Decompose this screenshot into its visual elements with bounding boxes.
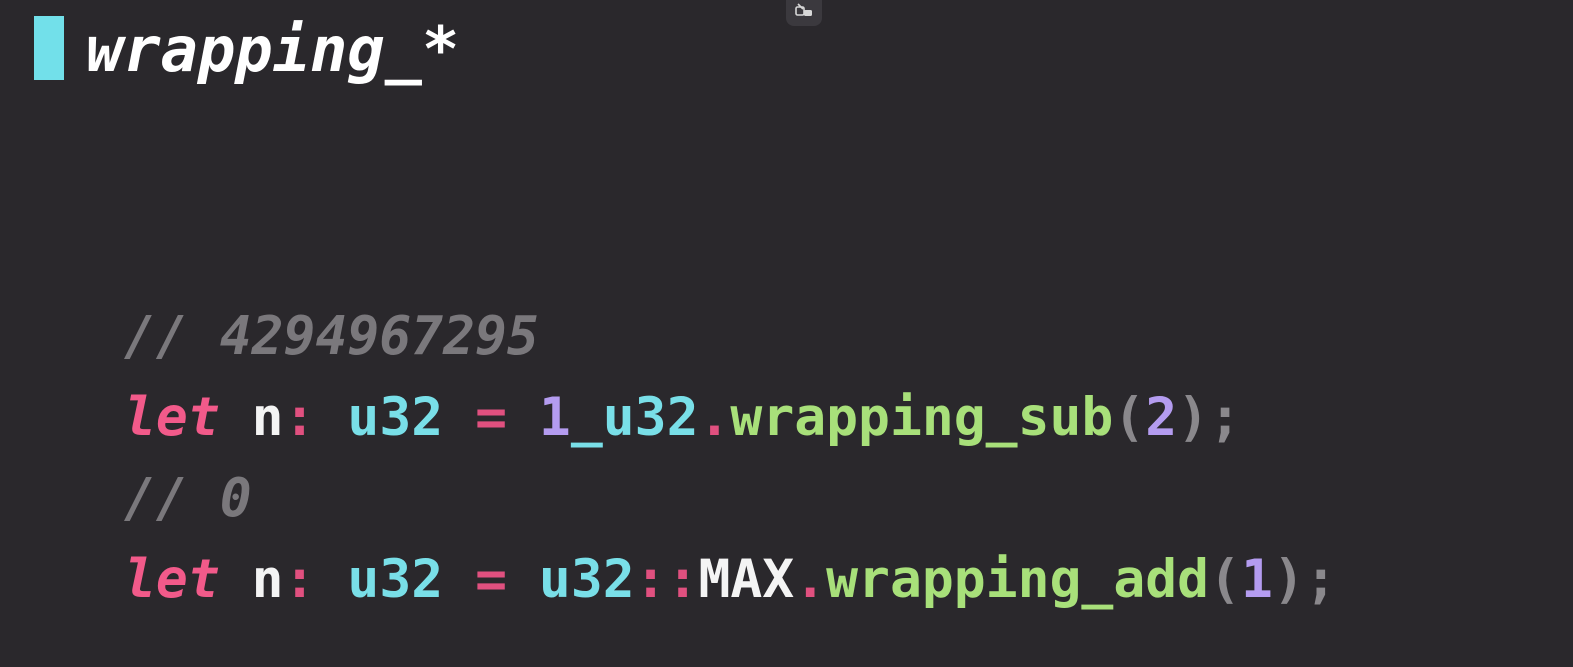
code-block: // 4294967295 let n: u32 = 1_u32.wrappin… <box>124 296 1337 620</box>
keyword-let: let <box>124 549 220 610</box>
open-paren: ( <box>1113 387 1146 448</box>
type-u32-path: u32 <box>538 549 635 610</box>
close-paren: ) <box>1177 387 1210 448</box>
code-line-3: // 0 <box>124 458 1337 539</box>
code-comment: // 4294967295 <box>124 306 539 367</box>
variable-n: n <box>251 387 284 448</box>
semicolon: ; <box>1209 387 1241 448</box>
title-accent-bar <box>34 16 64 80</box>
argument-value: 2 <box>1145 387 1178 448</box>
open-paren: ( <box>1209 549 1241 610</box>
type-u32: u32 <box>347 549 444 610</box>
variable-n: n <box>251 549 284 610</box>
number-literal: 1 <box>538 387 571 448</box>
path-separator: :: <box>634 549 699 610</box>
screen-share-button[interactable] <box>786 0 822 26</box>
screen-share-icon <box>795 3 812 16</box>
dot-operator: . <box>698 387 731 448</box>
literal-suffix: _u32 <box>570 387 699 448</box>
code-line-1: // 4294967295 <box>124 296 1337 377</box>
dot-operator: . <box>794 549 827 610</box>
constant-max: MAX <box>698 549 795 610</box>
type-u32: u32 <box>347 387 444 448</box>
code-line-2: let n: u32 = 1_u32.wrapping_sub(2); <box>124 377 1337 458</box>
code-comment: // 0 <box>124 468 252 529</box>
method-wrapping-sub: wrapping_sub <box>730 387 1114 448</box>
semicolon: ; <box>1304 549 1337 610</box>
assign-operator: = <box>475 387 507 448</box>
keyword-let: let <box>124 387 220 448</box>
code-line-4: let n: u32 = u32::MAX.wrapping_add(1); <box>124 539 1337 620</box>
type-colon: : <box>283 387 316 448</box>
close-paren: ) <box>1272 549 1305 610</box>
method-wrapping-add: wrapping_add <box>826 549 1210 610</box>
type-colon: : <box>283 549 316 610</box>
argument-value: 1 <box>1240 549 1273 610</box>
slide-title: wrapping_* <box>86 13 460 86</box>
assign-operator: = <box>475 549 507 610</box>
